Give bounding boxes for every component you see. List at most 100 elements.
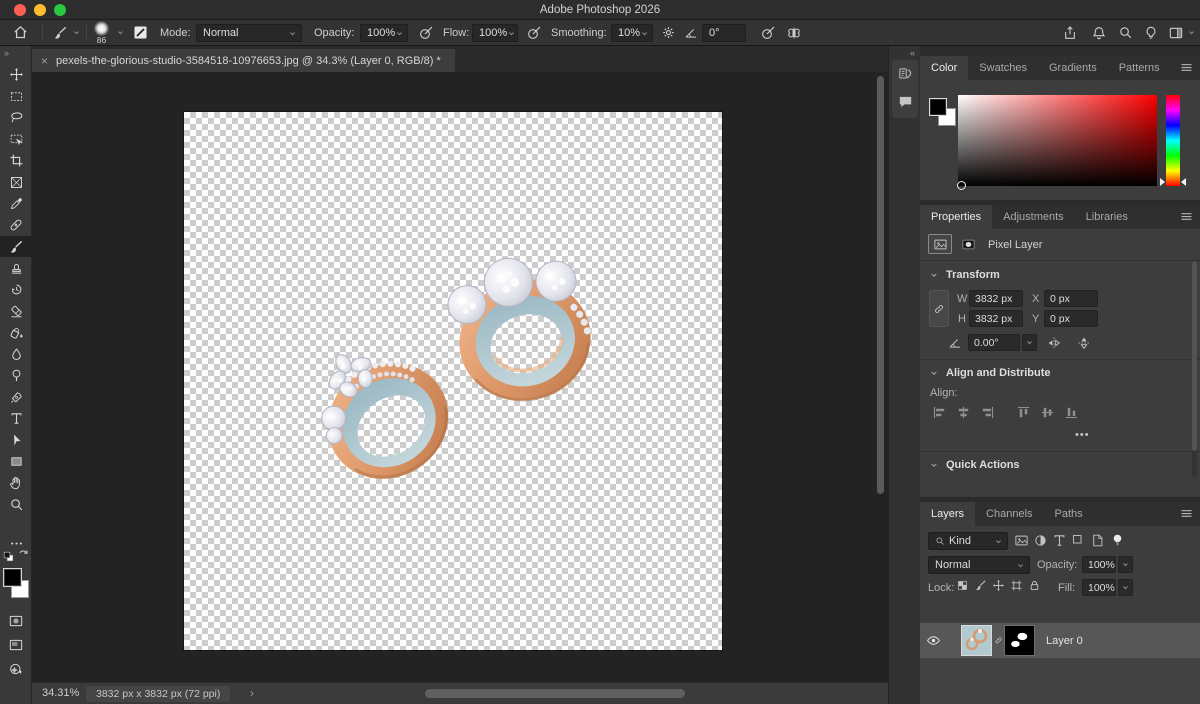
flow-dropdown[interactable]: 100%: [472, 24, 518, 42]
tab-color[interactable]: Color: [920, 56, 969, 80]
tab-paths[interactable]: Paths: [1044, 502, 1094, 526]
panel-menu-button[interactable]: [1179, 209, 1194, 224]
panel-menu-button[interactable]: [1179, 506, 1194, 521]
comments-panel-button[interactable]: [897, 93, 914, 110]
align-more-button[interactable]: •••: [1075, 429, 1090, 441]
generative-tools-button[interactable]: [0, 658, 32, 679]
tool-brush[interactable]: [0, 236, 32, 257]
tool-clone-stamp[interactable]: [0, 258, 32, 279]
tab-gradients[interactable]: Gradients: [1038, 56, 1108, 80]
tab-channels[interactable]: Channels: [975, 502, 1043, 526]
tool-eyedropper[interactable]: [0, 193, 32, 214]
foreground-color-swatch[interactable]: [929, 98, 947, 116]
dock-collapse-button[interactable]: «: [910, 48, 915, 58]
canvas-vertical-scrollbar[interactable]: [877, 75, 885, 679]
swap-colors-button[interactable]: [17, 548, 30, 561]
quick-actions-header[interactable]: Quick Actions: [929, 459, 1020, 471]
layer-name[interactable]: Layer 0: [1046, 635, 1083, 647]
brush-preset-chevron[interactable]: [72, 20, 81, 45]
panel-menu-button[interactable]: [1179, 60, 1194, 75]
smoothing-options-button[interactable]: [661, 20, 676, 45]
layer-row[interactable]: Layer 0: [920, 623, 1200, 658]
history-panel-button[interactable]: [897, 66, 914, 83]
brush-angle-field[interactable]: 0°: [702, 24, 746, 42]
pixel-layer-properties-button[interactable]: [928, 234, 952, 254]
hue-slider[interactable]: [1166, 95, 1180, 186]
opacity-dropdown-button[interactable]: [1118, 556, 1133, 573]
tool-rectangular-marquee[interactable]: [0, 86, 32, 107]
foreground-color-swatch[interactable]: [3, 568, 22, 587]
default-colors-button[interactable]: [2, 550, 15, 563]
tool-rectangle[interactable]: [0, 451, 32, 472]
align-middle-v-button[interactable]: [1040, 405, 1055, 420]
layer-blend-mode-dropdown[interactable]: Normal: [928, 556, 1030, 574]
tool-lasso[interactable]: [0, 107, 32, 128]
status-chevron[interactable]: ›: [250, 686, 254, 700]
align-right-button[interactable]: [980, 405, 995, 420]
layer-mask-link[interactable]: [992, 636, 1004, 645]
hue-slider-marker[interactable]: [1160, 178, 1165, 186]
mask-properties-button[interactable]: [956, 234, 980, 254]
discover-button[interactable]: [1143, 20, 1159, 45]
share-button[interactable]: [1062, 20, 1078, 45]
lock-pixels-button[interactable]: [974, 579, 987, 592]
panel-scrollbar[interactable]: [1192, 259, 1197, 477]
document-tab[interactable]: × pexels-the-glorious-studio-3584518-109…: [32, 49, 455, 72]
pressure-opacity-toggle[interactable]: [418, 20, 434, 45]
opacity-dropdown[interactable]: 100%: [360, 24, 408, 42]
lock-transparency-button[interactable]: [956, 579, 969, 592]
layer-opacity-field[interactable]: 100%: [1082, 556, 1116, 573]
rotation-dropdown-button[interactable]: [1022, 334, 1037, 351]
toolbar-expand-button[interactable]: »: [4, 48, 9, 58]
workspace-chevron[interactable]: [1187, 20, 1196, 45]
filter-toggle-switch[interactable]: [1110, 532, 1125, 548]
tool-hand[interactable]: [0, 473, 32, 494]
align-bottom-button[interactable]: [1064, 405, 1079, 420]
close-tab-icon[interactable]: ×: [41, 54, 48, 68]
lock-position-button[interactable]: [992, 579, 1005, 592]
tool-spot-healing-brush[interactable]: [0, 215, 32, 236]
smoothing-dropdown[interactable]: 10%: [611, 24, 653, 42]
airbrush-toggle[interactable]: [526, 20, 542, 45]
brush-tool-preset[interactable]: [52, 20, 68, 45]
saturation-brightness-picker[interactable]: [957, 95, 1157, 190]
rotation-field[interactable]: 0.00°: [968, 334, 1020, 351]
flip-vertical-button[interactable]: [1076, 335, 1092, 351]
tool-history-brush[interactable]: [0, 279, 32, 300]
filter-type-layers-button[interactable]: [1052, 533, 1067, 548]
tool-move[interactable]: [0, 64, 32, 85]
lock-artboard-button[interactable]: [1010, 579, 1023, 592]
tab-libraries[interactable]: Libraries: [1075, 205, 1139, 229]
link-dimensions-button[interactable]: [929, 290, 949, 327]
align-top-button[interactable]: [1016, 405, 1031, 420]
y-field[interactable]: 0 px: [1044, 310, 1098, 327]
color-picker-cursor[interactable]: [957, 181, 966, 190]
align-section-header[interactable]: Align and Distribute: [929, 367, 1051, 379]
home-button[interactable]: [12, 20, 29, 45]
tab-adjustments[interactable]: Adjustments: [992, 205, 1075, 229]
tab-patterns[interactable]: Patterns: [1108, 56, 1171, 80]
paint-symmetry-button[interactable]: [786, 20, 802, 45]
x-field[interactable]: 0 px: [1044, 290, 1098, 307]
tool-dodge[interactable]: [0, 365, 32, 386]
quick-mask-button[interactable]: [0, 610, 32, 631]
tab-properties[interactable]: Properties: [920, 205, 993, 229]
filter-pixel-layers-button[interactable]: [1014, 533, 1029, 548]
hue-slider-marker[interactable]: [1181, 178, 1186, 186]
lock-all-button[interactable]: [1028, 579, 1041, 592]
scrollbar-thumb[interactable]: [1192, 261, 1197, 451]
blend-mode-dropdown[interactable]: Normal: [196, 24, 302, 42]
align-center-h-button[interactable]: [956, 405, 971, 420]
brush-size-chevron[interactable]: [116, 20, 125, 45]
layer-mask-thumbnail[interactable]: [1004, 625, 1035, 656]
flip-horizontal-button[interactable]: [1046, 335, 1062, 351]
tool-zoom[interactable]: [0, 494, 32, 515]
fill-dropdown-button[interactable]: [1118, 579, 1133, 596]
filter-smart-objects-button[interactable]: [1090, 533, 1105, 548]
transform-section-header[interactable]: Transform: [929, 269, 1000, 281]
filter-kind-dropdown[interactable]: Kind: [928, 532, 1008, 550]
tool-type[interactable]: [0, 408, 32, 429]
document-info[interactable]: 3832 px x 3832 px (72 ppi): [86, 686, 231, 702]
filter-shape-layers-button[interactable]: [1071, 533, 1086, 548]
zoom-level-field[interactable]: 34.31%: [42, 687, 79, 699]
